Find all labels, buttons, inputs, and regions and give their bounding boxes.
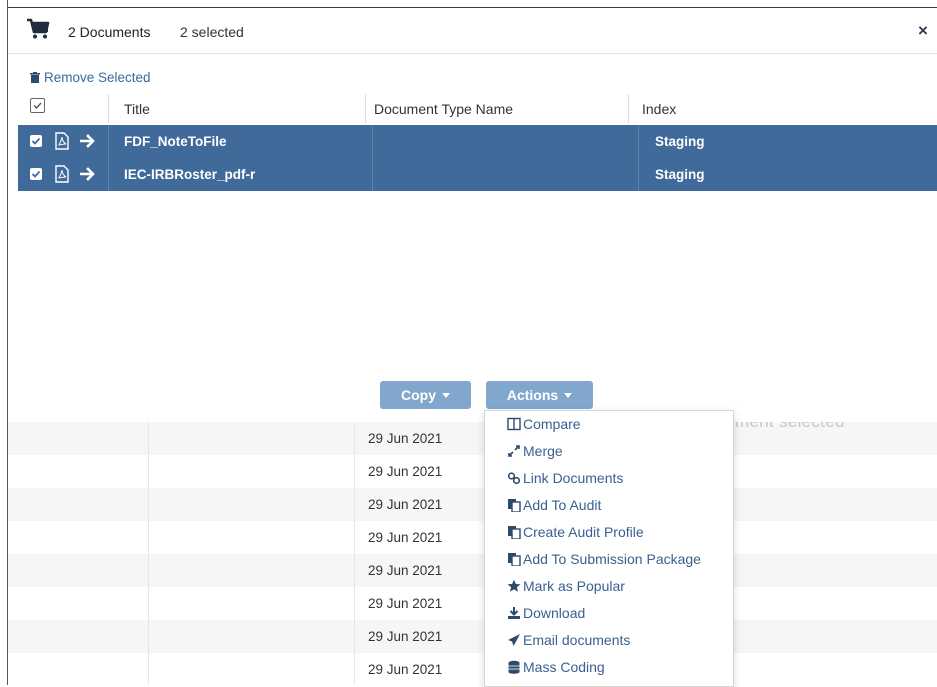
column-divider bbox=[638, 125, 639, 158]
open-arrow-icon[interactable] bbox=[80, 134, 96, 148]
menu-item-add-to-audit[interactable]: Add To Audit bbox=[507, 497, 601, 521]
menu-item-mass-coding[interactable]: Mass Coding bbox=[507, 659, 605, 683]
pdf-file-icon bbox=[55, 132, 69, 150]
document-cart-panel: 2 Documents 2 selected × Remove Selected… bbox=[8, 7, 937, 422]
date-cell: 29 Jun 2021 bbox=[368, 431, 443, 446]
caret-down-icon bbox=[442, 393, 450, 398]
actions-dropdown-menu: Compare Merge Link Documents Add To Audi… bbox=[484, 410, 734, 687]
column-divider bbox=[108, 94, 109, 124]
document-title[interactable]: FDF_NoteToFile bbox=[124, 134, 227, 149]
send-icon bbox=[508, 634, 520, 646]
check-icon bbox=[31, 170, 41, 178]
select-all-checkbox[interactable] bbox=[30, 98, 45, 113]
menu-item-label: Add To Audit bbox=[523, 497, 602, 513]
document-title[interactable]: IEC-IRBRoster_pdf-r bbox=[124, 167, 255, 182]
close-button[interactable]: × bbox=[918, 21, 928, 41]
cart-table-header: Title Document Type Name Index bbox=[8, 94, 937, 124]
menu-item-link-documents[interactable]: Link Documents bbox=[507, 470, 623, 494]
menu-item-label: Add To Submission Package bbox=[523, 551, 701, 567]
copy-label: Copy bbox=[401, 387, 436, 403]
menu-item-merge[interactable]: Merge bbox=[507, 443, 563, 467]
copy-icon bbox=[508, 499, 521, 512]
copy-button[interactable]: Copy bbox=[380, 381, 471, 409]
link-icon bbox=[507, 472, 521, 485]
table-row[interactable]: IEC-IRBRoster_pdf-r Staging bbox=[18, 158, 937, 191]
menu-item-label: Email documents bbox=[523, 632, 631, 648]
row-checkbox[interactable] bbox=[30, 135, 42, 147]
database-icon bbox=[508, 660, 520, 674]
document-count: 2 Documents bbox=[68, 24, 151, 40]
actions-label: Actions bbox=[506, 387, 559, 403]
table-row[interactable]: FDF_NoteToFile Staging bbox=[18, 125, 937, 158]
merge-icon bbox=[508, 445, 520, 457]
menu-item-label: Merge bbox=[523, 443, 563, 459]
date-cell: 29 Jun 2021 bbox=[368, 464, 443, 479]
column-header-title[interactable]: Title bbox=[124, 101, 150, 117]
menu-item-add-to-submission-package[interactable]: Add To Submission Package bbox=[507, 551, 701, 575]
column-divider bbox=[365, 94, 366, 124]
menu-item-create-audit-profile[interactable]: Create Audit Profile bbox=[507, 524, 644, 548]
column-divider bbox=[354, 422, 355, 685]
menu-item-label: Download bbox=[523, 605, 586, 621]
menu-item-download[interactable]: Download bbox=[507, 605, 585, 629]
menu-item-label: Mark as Popular bbox=[523, 578, 625, 594]
remove-selected-button[interactable]: Remove Selected bbox=[30, 70, 151, 85]
column-divider bbox=[108, 125, 109, 158]
actions-button[interactable]: Actions bbox=[486, 381, 593, 409]
pdf-file-icon bbox=[55, 165, 69, 183]
column-divider bbox=[148, 422, 149, 685]
date-cell: 29 Jun 2021 bbox=[368, 629, 443, 644]
menu-item-mark-as-popular[interactable]: Mark as Popular bbox=[507, 578, 625, 602]
document-index: Staging bbox=[655, 134, 705, 149]
column-divider bbox=[372, 158, 373, 191]
cart-header: 2 Documents 2 selected × bbox=[8, 8, 937, 54]
date-cell: 29 Jun 2021 bbox=[368, 563, 443, 578]
column-divider bbox=[108, 158, 109, 191]
menu-item-compare[interactable]: Compare bbox=[507, 416, 581, 440]
menu-item-label: Compare bbox=[523, 416, 581, 432]
star-icon bbox=[507, 579, 521, 592]
column-header-document-type[interactable]: Document Type Name bbox=[374, 101, 513, 117]
trash-icon bbox=[30, 72, 40, 83]
column-divider bbox=[638, 158, 639, 191]
date-cell: 29 Jun 2021 bbox=[368, 497, 443, 512]
date-cell: 29 Jun 2021 bbox=[368, 662, 443, 677]
column-header-index[interactable]: Index bbox=[642, 101, 676, 117]
caret-down-icon bbox=[564, 393, 573, 398]
menu-item-email-documents[interactable]: Email documents bbox=[507, 632, 630, 656]
columns-icon bbox=[507, 417, 521, 431]
date-cell: 29 Jun 2021 bbox=[368, 530, 443, 545]
document-index: Staging bbox=[655, 167, 705, 182]
column-divider bbox=[372, 125, 373, 158]
date-cell: 29 Jun 2021 bbox=[368, 596, 443, 611]
open-arrow-icon[interactable] bbox=[80, 167, 96, 181]
check-icon bbox=[31, 137, 41, 145]
column-divider bbox=[628, 94, 629, 124]
download-icon bbox=[508, 607, 520, 619]
remove-selected-label: Remove Selected bbox=[44, 70, 151, 85]
shopping-cart-icon bbox=[27, 18, 50, 39]
copy-icon bbox=[508, 553, 521, 566]
menu-item-label: Mass Coding bbox=[523, 659, 605, 675]
selected-count: 2 selected bbox=[180, 24, 244, 40]
menu-item-label: Link Documents bbox=[523, 470, 624, 486]
row-checkbox[interactable] bbox=[30, 168, 42, 180]
copy-icon bbox=[508, 526, 521, 539]
menu-item-label: Create Audit Profile bbox=[523, 524, 644, 540]
check-icon bbox=[33, 102, 42, 110]
